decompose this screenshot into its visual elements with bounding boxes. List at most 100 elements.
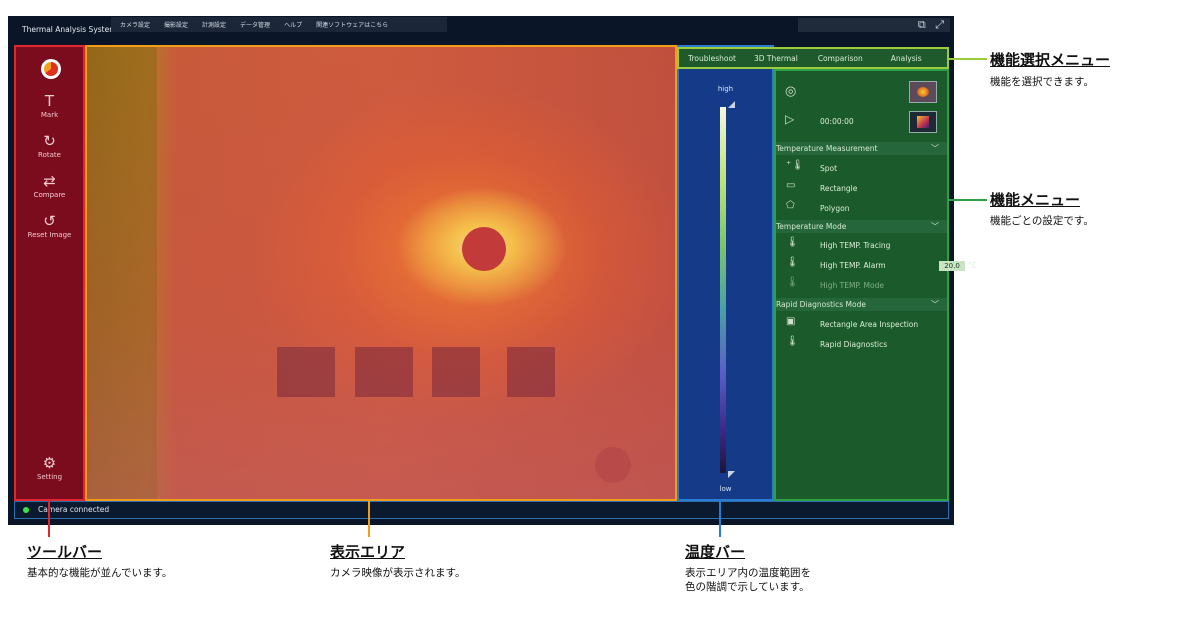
item-high-temp-alarm[interactable]: High TEMP. Alarm 20.0 °C bbox=[820, 261, 991, 271]
camera-icon[interactable]: ◎ bbox=[785, 84, 796, 99]
section-temperature-mode[interactable]: Temperature Mode ﹀ bbox=[776, 220, 947, 233]
display-callout-desc: カメラ映像が表示されます。 bbox=[330, 567, 466, 579]
item-spot[interactable]: Spot bbox=[820, 164, 991, 173]
tab-troubleshoot[interactable]: Troubleshoot bbox=[688, 54, 736, 63]
fullscreen-icon[interactable]: ⤢ bbox=[935, 18, 944, 31]
menu-camera-settings[interactable]: カメラ設定 bbox=[120, 20, 150, 29]
funcmenu-callout-title: 機能メニュー bbox=[990, 191, 1081, 209]
menu-data-management[interactable]: データ管理 bbox=[240, 20, 270, 29]
restore-icon[interactable]: ⧉ bbox=[918, 18, 926, 31]
toolbar: T Mark ↻ Rotate ⇄ Compare ↺ Reset Image … bbox=[14, 45, 85, 501]
thermal-component bbox=[507, 347, 555, 397]
tab-comparison[interactable]: Comparison bbox=[818, 54, 863, 63]
funcsel-callout-line bbox=[949, 58, 987, 60]
tool-mark-label: Mark bbox=[40, 111, 59, 119]
thermal-component bbox=[355, 347, 413, 397]
polygon-thermometer-icon: ⬠ bbox=[786, 200, 795, 211]
funcmenu-callout-desc: 機能ごとの設定です。 bbox=[990, 215, 1094, 227]
funcsel-callout-desc: 機能を選択できます。 bbox=[990, 76, 1094, 88]
tempbar-callout-desc-1: 表示エリア内の温度範囲を bbox=[685, 567, 811, 579]
tool-mark[interactable]: T Mark bbox=[14, 93, 85, 119]
tool-rotate-label: Rotate bbox=[38, 151, 61, 159]
thermal-hot-component bbox=[462, 227, 506, 271]
chevron-down-icon: ﹀ bbox=[931, 222, 939, 231]
temp-low-label: low bbox=[719, 485, 732, 493]
funcmenu-callout-line bbox=[949, 199, 987, 201]
tool-rotate[interactable]: ↻ Rotate bbox=[14, 133, 85, 159]
tab-analysis[interactable]: Analysis bbox=[891, 54, 922, 63]
title-bar: Thermal Analysis Syster.. カメラ設定 撮影設定 計測設… bbox=[8, 16, 954, 42]
high-slider-handle[interactable] bbox=[728, 101, 735, 108]
connection-status-dot bbox=[23, 507, 29, 513]
thermal-component bbox=[432, 347, 480, 397]
tab-3d-thermal[interactable]: 3D Thermal bbox=[754, 54, 798, 63]
reset-icon: ↺ bbox=[43, 212, 56, 230]
display-callout-line bbox=[368, 501, 370, 537]
temperature-bar: high low bbox=[677, 45, 774, 501]
rapid-diagnostics-icon: 🌡 bbox=[786, 336, 799, 347]
section-title: Temperature Measurement bbox=[776, 144, 878, 153]
mode-thermometer-icon: 🌡 bbox=[786, 277, 799, 288]
recording-thumbnail[interactable] bbox=[909, 111, 937, 133]
section-temperature-measurement[interactable]: Temperature Measurement ﹀ bbox=[776, 142, 947, 155]
temperature-color-scale bbox=[720, 107, 726, 473]
tool-reset-label: Reset Image bbox=[27, 231, 72, 239]
tempbar-callout-line bbox=[719, 501, 721, 537]
alarm-thermometer-icon: 🌡 bbox=[786, 257, 799, 268]
menu-measurement-settings[interactable]: 計測設定 bbox=[202, 20, 226, 29]
status-bar: Camera connected bbox=[14, 501, 949, 519]
tempbar-callout-desc-2: 色の階調で示しています。 bbox=[685, 581, 810, 593]
area-inspection-icon: ▣ bbox=[786, 316, 796, 327]
section-title: Temperature Mode bbox=[776, 222, 847, 231]
toolbar-callout-line bbox=[48, 501, 50, 537]
menu-help[interactable]: ヘルプ bbox=[284, 20, 302, 29]
item-rectangle[interactable]: Rectangle bbox=[820, 184, 991, 193]
tool-compare[interactable]: ⇄ Compare bbox=[14, 173, 85, 199]
text-cursor-icon: T bbox=[44, 92, 55, 110]
tool-compare-label: Compare bbox=[33, 191, 66, 199]
item-polygon[interactable]: Polygon bbox=[820, 204, 991, 213]
alarm-label: High TEMP. Alarm bbox=[820, 261, 886, 270]
menu-related-software[interactable]: 関連ソフトウェアはこちら bbox=[316, 20, 388, 29]
item-rectangle-area-inspection[interactable]: Rectangle Area Inspection bbox=[820, 320, 991, 329]
window-controls: ⧉ ⤢ bbox=[912, 18, 944, 32]
alarm-unit: °C bbox=[968, 261, 977, 270]
section-rapid-diagnostics[interactable]: Rapid Diagnostics Mode ﹀ bbox=[776, 298, 947, 311]
tracing-thermometer-icon: 🌡 bbox=[786, 237, 799, 248]
toolbar-callout-desc: 基本的な機能が並んでいます。 bbox=[27, 567, 173, 579]
tool-setting[interactable]: ⚙ Setting bbox=[14, 455, 85, 481]
item-rapid-diagnostics[interactable]: Rapid Diagnostics bbox=[820, 340, 991, 349]
section-title: Rapid Diagnostics Mode bbox=[776, 300, 866, 309]
function-menu: ◎ ▷ 00:00:00 Temperature Measurement ﹀ ⁺… bbox=[774, 69, 977, 501]
chevron-down-icon: ﹀ bbox=[931, 144, 939, 153]
toolbar-callout-title: ツールバー bbox=[27, 543, 103, 561]
tool-reset-image[interactable]: ↺ Reset Image bbox=[14, 213, 85, 239]
tempbar-callout-title: 温度バー bbox=[685, 543, 746, 561]
rectangle-thermometer-icon: ▭ bbox=[786, 180, 796, 191]
thermal-component bbox=[277, 347, 335, 397]
temp-high-label: high bbox=[717, 85, 734, 93]
item-high-temp-tracing[interactable]: High TEMP. Tracing bbox=[820, 241, 991, 250]
video-record-icon[interactable]: ▷ bbox=[785, 112, 794, 126]
low-slider-handle[interactable] bbox=[728, 471, 735, 478]
compare-icon: ⇄ bbox=[43, 172, 56, 190]
menu-capture-settings[interactable]: 撮影設定 bbox=[164, 20, 188, 29]
thermal-image bbox=[87, 47, 675, 499]
menu-bar: カメラ設定 撮影設定 計測設定 データ管理 ヘルプ 関連ソフトウェアはこちら bbox=[111, 17, 447, 32]
record-timer: 00:00:00 bbox=[820, 117, 854, 126]
function-selection-menu: Troubleshoot 3D Thermal Comparison Analy… bbox=[677, 47, 949, 69]
alarm-temperature-input[interactable]: 20.0 bbox=[939, 261, 965, 271]
chevron-down-icon: ﹀ bbox=[931, 300, 939, 309]
tool-setting-label: Setting bbox=[36, 473, 63, 481]
snapshot-thumbnail[interactable] bbox=[909, 81, 937, 103]
item-high-temp-mode[interactable]: High TEMP. Mode bbox=[820, 281, 991, 290]
funcsel-callout-title: 機能選択メニュー bbox=[990, 51, 1111, 69]
app-logo-icon bbox=[41, 59, 61, 79]
thermal-display-area[interactable] bbox=[85, 45, 677, 501]
spot-thermometer-icon: ⁺🌡 bbox=[786, 160, 804, 171]
rotate-icon: ↻ bbox=[43, 132, 56, 150]
app-title: Thermal Analysis Syster.. bbox=[22, 25, 117, 34]
gear-icon: ⚙ bbox=[42, 454, 57, 472]
display-callout-title: 表示エリア bbox=[330, 543, 406, 561]
thermal-cool-component bbox=[595, 447, 631, 483]
